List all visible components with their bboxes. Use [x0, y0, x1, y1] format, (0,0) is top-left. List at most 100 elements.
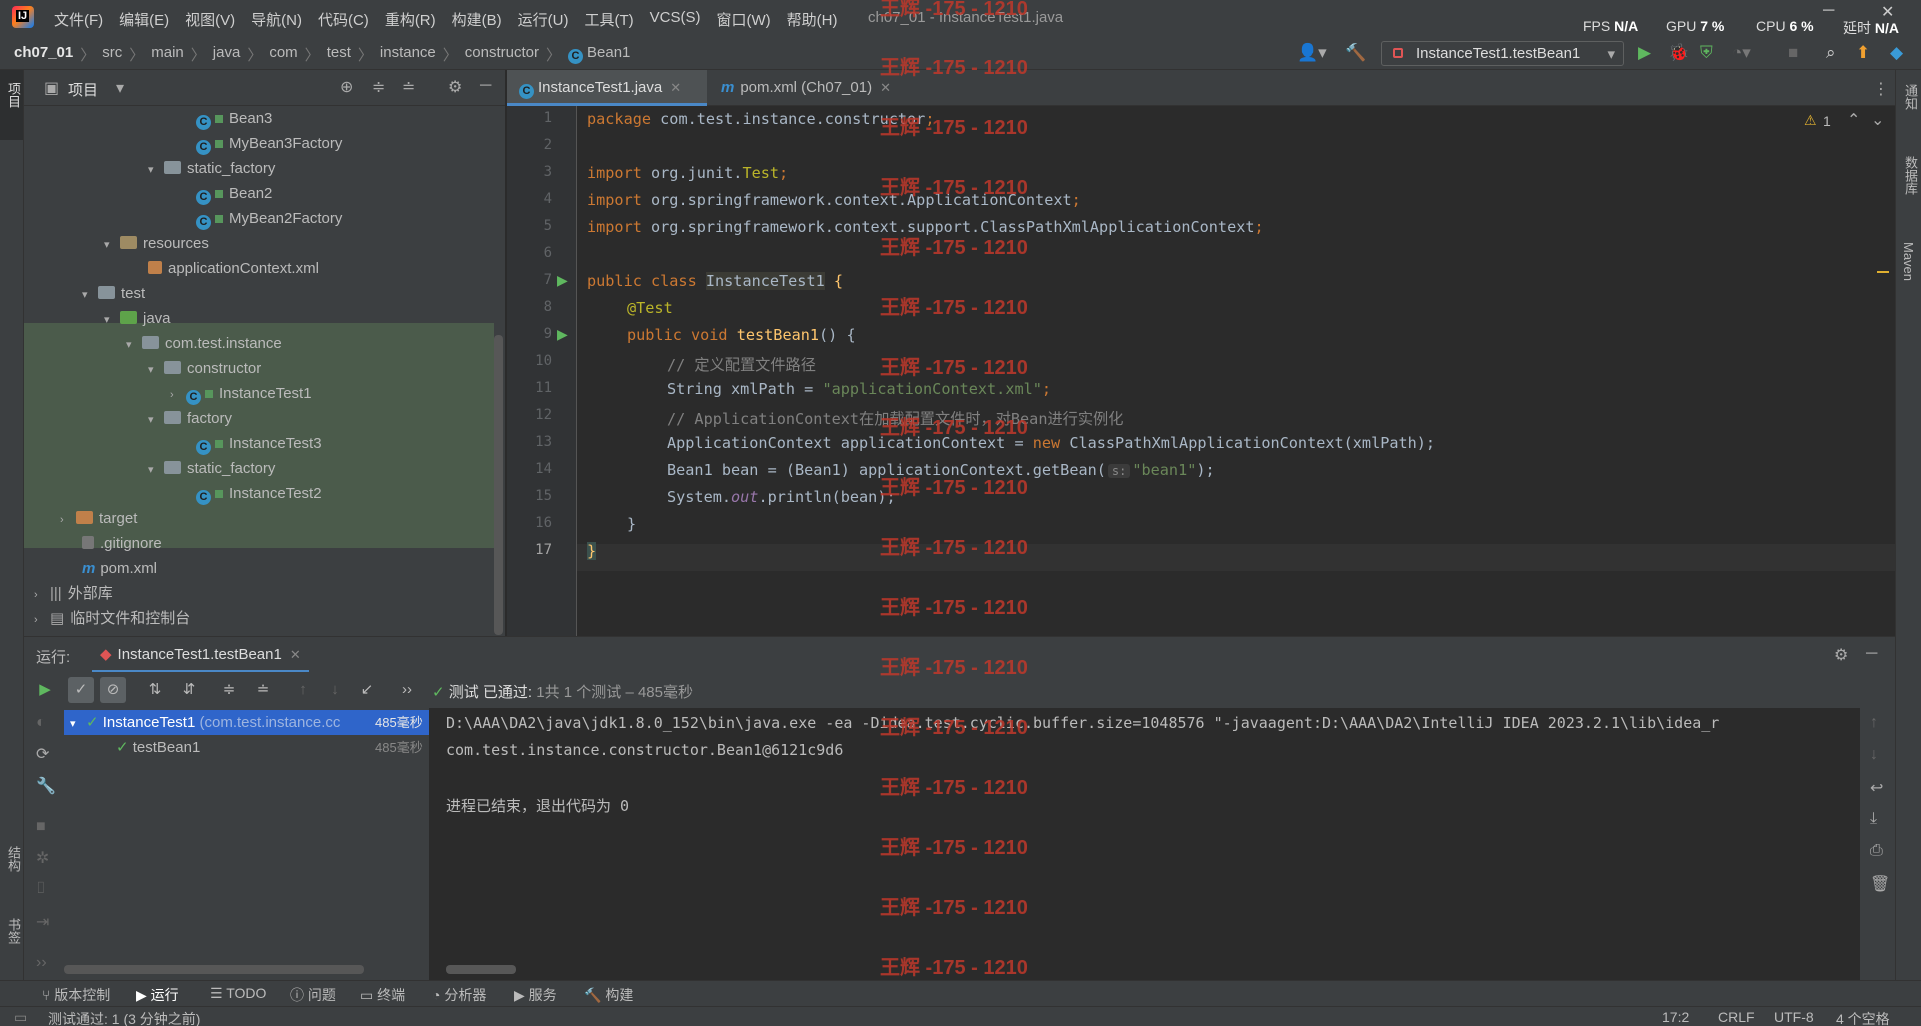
tree-item[interactable]: › ▤ 临时文件和控制台: [34, 606, 190, 631]
test-case-row[interactable]: ✓ testBean1: [116, 735, 200, 760]
wrench-icon[interactable]: 🔧: [36, 776, 56, 796]
menu-run[interactable]: 运行(U): [518, 9, 569, 30]
menu-tools[interactable]: 工具(T): [584, 9, 633, 30]
gear-icon[interactable]: ⚙: [448, 77, 462, 97]
minimize-icon[interactable]: ─: [1823, 2, 1834, 20]
run-gutter-icon[interactable]: ▶: [557, 326, 568, 343]
rerun-icon[interactable]: ▶: [32, 677, 58, 703]
run-config-select[interactable]: InstanceTest1.testBean1 ▾: [1381, 41, 1624, 66]
export-icon[interactable]: ↙: [354, 677, 380, 703]
expand-all-icon[interactable]: ≑: [216, 677, 242, 703]
next-test-icon[interactable]: ↓: [322, 677, 348, 703]
toolbox-icon[interactable]: ◆: [1890, 43, 1903, 63]
chevron-down-icon[interactable]: ▾: [116, 78, 124, 98]
tree-item[interactable]: › target: [60, 506, 137, 531]
sort-alpha-icon[interactable]: ⇅: [142, 677, 168, 703]
close-icon[interactable]: ✕: [1881, 2, 1894, 22]
exit-icon[interactable]: ⇥: [36, 912, 49, 932]
close-icon[interactable]: ✕: [670, 80, 681, 95]
menu-vcs[interactable]: VCS(S): [650, 9, 701, 30]
tree-item[interactable]: .gitignore: [82, 531, 162, 556]
stop-icon[interactable]: ■: [1788, 43, 1798, 63]
tool-run[interactable]: ▶ 运行: [136, 985, 179, 1005]
menu-code[interactable]: 代码(C): [318, 9, 369, 30]
search-icon[interactable]: ⌕: [1826, 43, 1836, 63]
tool-build[interactable]: 🔨 构建: [584, 985, 633, 1005]
database-tool-button[interactable]: 数据库: [1901, 156, 1920, 195]
tree-item[interactable]: › ||| 外部库: [34, 581, 113, 606]
console-scrollbar[interactable]: [446, 965, 516, 974]
down-icon[interactable]: ↓: [1870, 746, 1878, 764]
sort-duration-icon[interactable]: ⇵: [176, 677, 202, 703]
console-output[interactable]: D:\AAA\DA2\java\jdk1.8.0_152\bin\java.ex…: [430, 708, 1860, 980]
menu-navigate[interactable]: 导航(N): [251, 9, 302, 30]
soft-wrap-icon[interactable]: ↩: [1870, 778, 1883, 798]
tree-item[interactable]: ▾ constructor: [148, 356, 261, 381]
tree-item[interactable]: ▾ java: [104, 306, 171, 331]
stop-icon[interactable]: ■: [36, 818, 46, 836]
tool-profiler[interactable]: ◔ 分析器: [432, 985, 486, 1005]
close-icon[interactable]: ✕: [880, 80, 891, 95]
next-highlight-icon[interactable]: ⌄: [1871, 110, 1884, 130]
line-separator[interactable]: CRLF: [1718, 1009, 1755, 1025]
hide-icon[interactable]: ─: [1866, 645, 1877, 663]
menu-refactor[interactable]: 重构(R): [385, 9, 436, 30]
user-icon[interactable]: 👤▾: [1297, 43, 1327, 63]
bookmarks-tool-button[interactable]: 书签: [4, 918, 23, 944]
project-title[interactable]: 项目: [68, 79, 98, 100]
breadcrumb-project[interactable]: ch07_01: [14, 44, 73, 65]
breadcrumb-com[interactable]: com: [269, 44, 297, 65]
tab-instancetest1[interactable]: C InstanceTest1.java ✕: [507, 70, 707, 106]
project-scrollbar[interactable]: [494, 335, 503, 635]
more-icon[interactable]: ⋮: [1873, 79, 1889, 99]
caret-position[interactable]: 17:2: [1662, 1009, 1689, 1025]
update-icon[interactable]: ⬆: [1856, 43, 1870, 63]
notifications-tool-button[interactable]: 通知: [1901, 84, 1920, 110]
collapse-all-icon[interactable]: ≐: [250, 677, 276, 703]
warning-icon[interactable]: ⚠: [1804, 112, 1817, 129]
build-hammer-icon[interactable]: 🔨: [1345, 43, 1366, 63]
tree-item[interactable]: applicationContext.xml: [148, 256, 319, 281]
run-tab[interactable]: ◆ InstanceTest1.testBean1 ✕: [92, 637, 309, 673]
file-encoding[interactable]: UTF-8: [1774, 1009, 1814, 1025]
tree-item[interactable]: ▾ factory: [148, 406, 232, 431]
more-icon[interactable]: ››: [36, 954, 47, 972]
tree-item[interactable]: ▾ com.test.instance: [126, 331, 282, 356]
coverage-icon[interactable]: ⛨: [1700, 43, 1713, 63]
tool-terminal[interactable]: ▭ 终端: [360, 985, 405, 1005]
run-icon[interactable]: ▶: [1638, 43, 1651, 63]
locate-icon[interactable]: ⊕: [340, 77, 353, 97]
tree-item[interactable]: C InstanceTest3: [196, 431, 322, 456]
print-icon[interactable]: ⎙: [1870, 842, 1883, 860]
warning-count[interactable]: 1: [1823, 113, 1831, 129]
tree-item[interactable]: C InstanceTest2: [196, 481, 322, 506]
prev-highlight-icon[interactable]: ⌃: [1847, 110, 1860, 130]
code-editor[interactable]: 1 2 3 4 5 6 7 8 9 10 11 12 13 14 15 16 1…: [507, 106, 1895, 636]
menu-window[interactable]: 窗口(W): [716, 9, 770, 30]
tree-item[interactable]: ▾ static_factory: [148, 156, 275, 181]
up-icon[interactable]: ↑: [1870, 714, 1878, 732]
show-ignored-icon[interactable]: ⊘: [100, 677, 126, 703]
tool-vcs[interactable]: ⑂ 版本控制: [42, 985, 110, 1005]
maven-tool-button[interactable]: Maven: [1901, 242, 1916, 281]
indent-setting[interactable]: 4 个空格: [1836, 1009, 1890, 1026]
breadcrumb-bean1[interactable]: C Bean1: [568, 44, 630, 65]
scroll-to-end-icon[interactable]: ⤓: [1870, 810, 1877, 828]
tab-pom[interactable]: m pom.xml (Ch07_01) ✕: [709, 70, 909, 106]
tree-item[interactable]: C Bean2: [196, 181, 272, 206]
trash-icon[interactable]: 🗑: [1870, 874, 1890, 894]
tree-item[interactable]: ▾ static_factory: [148, 456, 275, 481]
tree-item[interactable]: m pom.xml: [82, 556, 157, 581]
close-icon[interactable]: ✕: [290, 647, 301, 662]
structure-tool-button[interactable]: 结构: [4, 846, 23, 872]
rerun-failed-icon[interactable]: ◐: [36, 714, 46, 732]
menu-edit[interactable]: 编辑(E): [119, 9, 169, 30]
status-panel-icon[interactable]: ▭: [14, 1009, 27, 1026]
debug-icon[interactable]: 🐞: [1668, 43, 1689, 63]
status-message[interactable]: 测试通过: 1 (3 分钟之前): [48, 1009, 200, 1026]
tree-item[interactable]: C MyBean2Factory: [196, 206, 342, 231]
gear-icon[interactable]: ⚙: [1834, 645, 1848, 665]
breadcrumb-java[interactable]: java: [213, 44, 241, 65]
toggle-auto-test-icon[interactable]: ⟳: [36, 744, 49, 764]
show-passed-icon[interactable]: ✓: [68, 677, 94, 703]
